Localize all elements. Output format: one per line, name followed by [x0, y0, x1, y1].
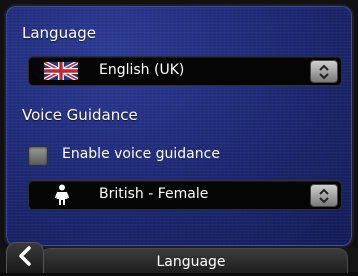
language-section-label: Language [22, 24, 97, 42]
language-select[interactable]: English (UK) [28, 56, 342, 86]
language-select-value: English (UK) [99, 62, 185, 78]
voice-select[interactable]: British - Female [28, 180, 342, 210]
settings-panel: Language English (UK) Voice Guidance Ena… [6, 6, 352, 246]
uk-flag-icon [43, 60, 79, 84]
chevron-left-icon [18, 246, 32, 270]
voice-guidance-section-label: Voice Guidance [22, 106, 138, 124]
female-person-icon [54, 184, 70, 210]
language-select-spinner-icon[interactable] [310, 60, 338, 83]
footer-title: Language [156, 254, 226, 270]
footer-bar: Language [0, 242, 358, 273]
enable-voice-guidance-checkbox[interactable] [28, 146, 48, 166]
settings-screen: Language English (UK) Voice Guidance Ena… [0, 0, 358, 273]
voice-select-spinner-icon[interactable] [310, 184, 338, 207]
back-button[interactable] [6, 242, 44, 273]
enable-voice-guidance-label[interactable]: Enable voice guidance [62, 146, 220, 162]
voice-select-value: British - Female [99, 186, 209, 202]
